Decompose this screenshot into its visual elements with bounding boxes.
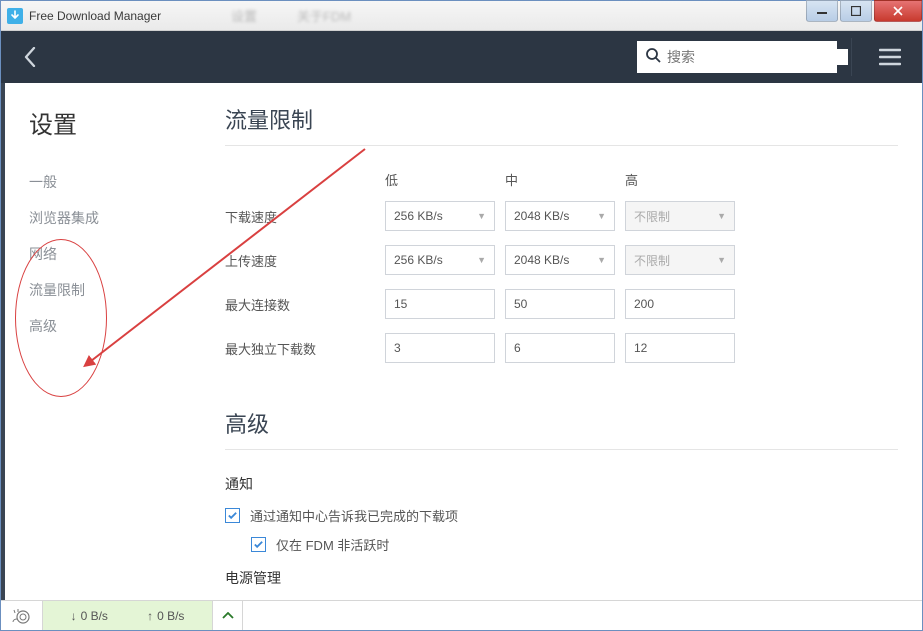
subheading-notify: 通知: [225, 474, 898, 494]
upload-low-combo[interactable]: 256 KB/s▼: [385, 245, 495, 275]
close-button[interactable]: [874, 0, 922, 22]
maxconn-high-input[interactable]: [625, 289, 735, 319]
app-icon: [7, 8, 23, 24]
checkbox-label: 仅在 FDM 非活跃时: [276, 535, 389, 554]
download-low-combo[interactable]: 256 KB/s▼: [385, 201, 495, 231]
subheading-power: 电源管理: [225, 568, 898, 588]
maxdl-low-input[interactable]: [385, 333, 495, 363]
expand-status-button[interactable]: [213, 601, 243, 630]
upload-speed: ↑ 0 B/s: [147, 609, 184, 623]
settings-content[interactable]: 流量限制 低 中 高 下载速度 256 KB/s▼ 2048 KB/s▼ 不限制…: [201, 83, 922, 600]
chevron-down-icon: ▼: [717, 255, 726, 265]
window-title: Free Download Manager: [29, 9, 161, 23]
chevron-down-icon: ▼: [717, 211, 726, 221]
title-bar: Free Download Manager 设置关于FDM: [1, 1, 922, 31]
maxconn-mid-input[interactable]: [505, 289, 615, 319]
download-mid-combo[interactable]: 2048 KB/s▼: [505, 201, 615, 231]
menu-button[interactable]: [870, 37, 910, 77]
sidebar-item-general[interactable]: 一般: [29, 164, 201, 200]
row-max-downloads: 最大独立下载数: [225, 333, 898, 363]
search-icon: [645, 47, 661, 68]
chevron-down-icon: ▼: [477, 211, 486, 221]
row-upload-speed: 上传速度 256 KB/s▼ 2048 KB/s▼ 不限制▼: [225, 245, 898, 275]
row-download-speed: 下载速度 256 KB/s▼ 2048 KB/s▼ 不限制▼: [225, 201, 898, 231]
download-high-combo[interactable]: 不限制▼: [625, 201, 735, 231]
blurred-background-tabs: 设置关于FDM: [231, 1, 351, 30]
maxconn-low-input[interactable]: [385, 289, 495, 319]
chevron-down-icon: ▼: [477, 255, 486, 265]
row-max-connections: 最大连接数: [225, 289, 898, 319]
label-upload-speed: 上传速度: [225, 251, 385, 270]
checkbox-row-notify-complete[interactable]: 通过通知中心告诉我已完成的下载项: [225, 506, 898, 525]
label-download-speed: 下载速度: [225, 207, 385, 226]
sidebar-item-traffic-limit[interactable]: 流量限制: [29, 272, 201, 308]
search-box[interactable]: [637, 41, 837, 73]
maxdl-high-input[interactable]: [625, 333, 735, 363]
chevron-down-icon: ▼: [597, 211, 606, 221]
maximize-button[interactable]: [840, 0, 872, 22]
chevron-down-icon: ▼: [597, 255, 606, 265]
sidebar-item-browser-integration[interactable]: 浏览器集成: [29, 200, 201, 236]
speed-indicator[interactable]: ↓ 0 B/s ↑ 0 B/s: [43, 601, 213, 630]
app-header: [1, 31, 922, 83]
minimize-button[interactable]: [806, 0, 838, 22]
upload-mid-combo[interactable]: 2048 KB/s▼: [505, 245, 615, 275]
section-title-advanced: 高级: [225, 407, 898, 450]
section-title-traffic: 流量限制: [225, 103, 898, 146]
col-mid: 中: [505, 170, 625, 189]
sidebar-title: 设置: [29, 105, 201, 140]
window-controls: [804, 1, 922, 30]
settings-sidebar: 设置 一般 浏览器集成 网络 流量限制 高级: [1, 83, 201, 600]
col-high: 高: [625, 170, 745, 189]
checkbox-label: 通过通知中心告诉我已完成的下载项: [250, 506, 458, 525]
checkbox-row-notify-inactive[interactable]: 仅在 FDM 非活跃时: [251, 535, 898, 554]
status-bar: ↓ 0 B/s ↑ 0 B/s: [1, 600, 922, 630]
checkbox-icon[interactable]: [251, 537, 266, 552]
download-speed: ↓ 0 B/s: [71, 609, 108, 623]
traffic-column-headers: 低 中 高: [225, 170, 898, 189]
snail-mode-button[interactable]: [1, 601, 43, 630]
main-area: 设置 一般 浏览器集成 网络 流量限制 高级 流量限制 低 中 高 下载速度 2…: [1, 83, 922, 600]
sidebar-item-network[interactable]: 网络: [29, 236, 201, 272]
maxdl-mid-input[interactable]: [505, 333, 615, 363]
label-max-connections: 最大连接数: [225, 295, 385, 314]
upload-high-combo[interactable]: 不限制▼: [625, 245, 735, 275]
checkbox-icon[interactable]: [225, 508, 240, 523]
search-input[interactable]: [667, 49, 848, 65]
label-max-downloads: 最大独立下载数: [225, 339, 385, 358]
back-button[interactable]: [13, 40, 47, 74]
sidebar-item-advanced[interactable]: 高级: [29, 308, 201, 344]
col-low: 低: [385, 170, 505, 189]
